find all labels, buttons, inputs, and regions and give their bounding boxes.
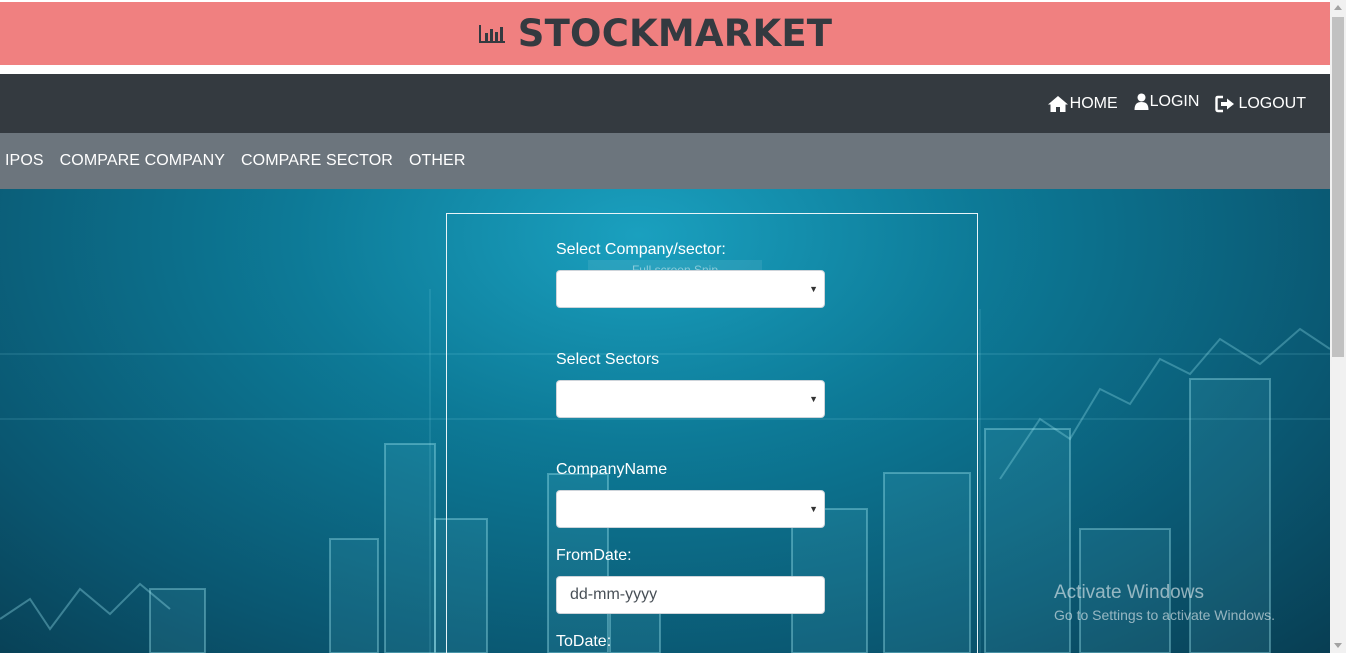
chevron-down-icon: ▼ [809,504,818,514]
company-sector-label: Select Company/sector: [556,241,726,258]
chevron-down-icon: ▼ [809,284,818,294]
sub-nav-ipos[interactable]: IPOS [5,152,44,170]
nav-login[interactable]: LOGIN [1134,92,1200,111]
watermark-title: Activate Windows [1054,582,1204,603]
company-sector-select[interactable]: ▼ [556,270,825,308]
from-date-input[interactable]: dd-mm-yyyy [556,576,825,614]
header-divider [0,65,1330,74]
page: STOCKMARKET HOME LOGIN LOGOUT IPOS COMPA… [0,0,1330,653]
filter-form: Select Company/sector: Full screen Snip … [446,213,978,653]
from-date-placeholder: dd-mm-yyyy [570,586,658,603]
watermark-subtitle: Go to Settings to activate Windows. [1054,607,1275,623]
sub-nav-compare-company[interactable]: COMPARE COMPANY [60,152,225,170]
nav-home[interactable]: HOME [1047,95,1118,113]
to-date-label: ToDate: [556,633,612,650]
sectors-label: Select Sectors [556,351,660,368]
nav-logout[interactable]: LOGOUT [1215,95,1306,113]
sub-nav: IPOS COMPARE COMPANY COMPARE SECTOR OTHE… [0,133,1330,189]
nav-login-label: LOGIN [1149,92,1200,110]
home-icon [1047,95,1068,112]
activate-windows-watermark: Activate Windows Go to Settings to activ… [1054,582,1275,623]
sign-out-icon [1215,95,1235,112]
nav-logout-label: LOGOUT [1238,94,1306,112]
bar-chart-icon [478,24,505,43]
sub-nav-other[interactable]: OTHER [409,152,466,170]
vertical-scrollbar[interactable] [1330,0,1346,653]
from-date-label: FromDate: [556,547,632,564]
company-name-label: CompanyName [556,461,668,478]
brand-header: STOCKMARKET [0,2,1330,65]
brand-title: STOCKMARKET [517,12,833,55]
company-name-select[interactable]: ▼ [556,490,825,528]
user-icon [1134,93,1149,110]
sub-nav-compare-sector[interactable]: COMPARE SECTOR [241,152,393,170]
chevron-down-icon: ▼ [809,394,818,404]
scrollbar-thumb[interactable] [1332,17,1344,357]
nav-home-label: HOME [1069,94,1118,112]
sectors-select[interactable]: ▼ [556,380,825,418]
brand[interactable]: STOCKMARKET [478,12,833,55]
scroll-up-arrow-icon[interactable] [1334,5,1342,10]
top-nav: HOME LOGIN LOGOUT [0,74,1330,133]
scroll-down-arrow-icon[interactable] [1334,643,1342,648]
